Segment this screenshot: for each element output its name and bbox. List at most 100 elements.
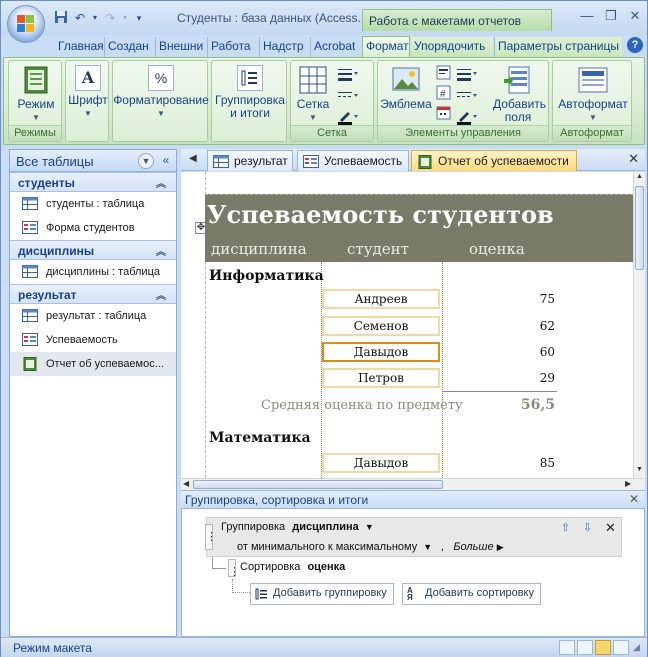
design-view-icon[interactable] (613, 640, 629, 655)
scroll-right-icon[interactable]: ▶ (625, 479, 631, 488)
score-cell[interactable]: 75 (471, 292, 555, 306)
nav-item-performance-report[interactable]: Отчет об успеваемос... (10, 352, 176, 376)
customize-qat-icon[interactable]: ▾ (132, 10, 146, 26)
redo-dropdown-icon[interactable]: ▾ (121, 10, 129, 26)
group-header-discipline[interactable]: Информатика (209, 268, 324, 284)
nav-item-results-table[interactable]: результат : таблица (10, 304, 176, 328)
delete-level-icon[interactable]: ✕ (605, 520, 616, 536)
student-cell-selected[interactable]: Давыдов (322, 342, 440, 362)
close-pane-icon[interactable]: ✕ (629, 492, 639, 506)
drag-handle-icon[interactable] (228, 559, 240, 578)
average-value[interactable]: 56,5 (471, 397, 555, 413)
drag-handle-icon[interactable] (205, 524, 217, 550)
nav-group-results[interactable]: результат ︽ (10, 284, 176, 304)
tab-home[interactable]: Главная (55, 37, 103, 57)
vertical-scrollbar[interactable]: ▲ ▼ (633, 172, 645, 478)
scroll-left-icon[interactable]: ◀ (183, 479, 189, 488)
student-cell[interactable]: Давыдов (322, 453, 440, 473)
help-button[interactable]: ? (627, 37, 643, 53)
redo-icon[interactable]: ↷ (102, 10, 118, 26)
tab-page-setup[interactable]: Параметры страницы (494, 37, 622, 57)
nav-menu-chevron-icon[interactable]: ▼ (138, 153, 154, 169)
move-down-icon[interactable]: ⇩ (583, 521, 592, 534)
line-color-icon[interactable] (337, 109, 359, 125)
scroll-up-icon[interactable]: ▲ (636, 173, 643, 180)
line-width-icon[interactable] (337, 67, 359, 83)
logo-button[interactable]: Эмблема (378, 63, 434, 111)
horizontal-scrollbar[interactable]: ◀ ▶ (181, 478, 645, 490)
score-cell[interactable]: 62 (471, 319, 555, 333)
average-label[interactable]: Средняя оценка по предмету (261, 398, 463, 413)
page-numbers-icon[interactable]: # (436, 85, 458, 101)
horizontal-scroll-thumb[interactable] (193, 480, 443, 489)
doc-tab-results[interactable]: результат (207, 150, 293, 171)
nav-pane-header[interactable]: Все таблицы ▼ « (10, 150, 176, 172)
nav-collapse-icon[interactable]: « (158, 153, 174, 169)
tab-arrange[interactable]: Упорядочить (411, 37, 493, 57)
chevron-down-icon[interactable]: ▼ (423, 542, 432, 552)
close-document-icon[interactable]: ✕ (628, 151, 639, 167)
add-fields-button[interactable]: Добавить поля (488, 63, 548, 124)
layout-view-icon[interactable] (595, 640, 611, 655)
minimize-button[interactable]: — (575, 7, 599, 25)
student-cell[interactable]: Петров (322, 368, 440, 388)
collapse-chevron-icon[interactable]: ︽ (156, 243, 166, 258)
doc-tab-performance-form[interactable]: Успеваемость (297, 150, 409, 171)
font-button[interactable]: A Шрифт ▼ (66, 63, 110, 120)
vertical-scroll-thumb[interactable] (635, 186, 644, 270)
tab-format[interactable]: Формат (362, 36, 410, 58)
collapse-chevron-icon[interactable]: ︽ (156, 175, 166, 190)
tab-addins[interactable]: Надстр (259, 37, 309, 57)
report-view-icon[interactable] (559, 640, 575, 655)
add-sort-button[interactable]: AЯ Добавить сортировку (402, 583, 541, 605)
report-title[interactable]: Успеваемость студентов (207, 200, 554, 229)
column-header-score[interactable]: оценка (469, 240, 525, 258)
formatting-button[interactable]: % Форматирование ▼ (113, 63, 209, 120)
more-options-link[interactable]: Больше (453, 541, 493, 553)
autoformat-button[interactable]: Автоформат ▼ (553, 63, 633, 124)
sort-order[interactable]: от минимального к максимальному (237, 541, 417, 553)
print-preview-icon[interactable] (577, 640, 593, 655)
tab-scroll-left-icon[interactable]: ◀ (189, 153, 197, 164)
grouping-level-box[interactable]: Группировка дисциплина ▼ от минимального… (205, 517, 622, 557)
gridlines-button[interactable]: Сетка ▼ (291, 63, 335, 124)
move-up-icon[interactable]: ⇧ (561, 521, 570, 534)
column-header-student[interactable]: студент (347, 240, 409, 258)
column-header-discipline[interactable]: дисциплина (211, 240, 307, 258)
group-and-totals-button[interactable]: Группировка и итоги (212, 63, 288, 120)
close-button[interactable]: ✕ (623, 7, 647, 25)
border-style-icon[interactable] (456, 89, 478, 105)
undo-dropdown-icon[interactable]: ▾ (91, 10, 99, 26)
border-color-icon[interactable] (456, 109, 478, 125)
resize-grip-icon[interactable]: ◢ (633, 642, 640, 653)
student-cell[interactable]: Андреев (322, 289, 440, 309)
tab-external-data[interactable]: Внешни (155, 37, 206, 57)
office-button[interactable] (7, 5, 45, 43)
grouping-field[interactable]: дисциплина (292, 521, 359, 533)
save-icon[interactable] (53, 10, 69, 26)
expand-arrow-icon[interactable]: ▶ (497, 542, 504, 552)
add-group-button[interactable]: Добавить группировку (250, 583, 394, 605)
title-icon[interactable] (436, 65, 458, 81)
score-cell[interactable]: 29 (471, 371, 555, 385)
line-style-icon[interactable] (337, 89, 359, 105)
undo-icon[interactable]: ↶ (72, 10, 88, 26)
collapse-chevron-icon[interactable]: ︽ (156, 287, 166, 302)
nav-item-performance-form[interactable]: Успеваемость (10, 328, 176, 352)
tab-database-tools[interactable]: Работа (207, 37, 258, 57)
nav-group-students[interactable]: студенты ︽ (10, 172, 176, 192)
view-button[interactable]: Режим ▼ (11, 63, 61, 124)
scroll-down-icon[interactable]: ▼ (636, 466, 643, 473)
student-cell[interactable]: Семенов (322, 316, 440, 336)
border-width-icon[interactable] (456, 67, 478, 83)
nav-group-disciplines[interactable]: дисциплины ︽ (10, 240, 176, 260)
tab-create[interactable]: Создан (104, 37, 154, 57)
tab-acrobat[interactable]: Acrobat (310, 37, 360, 57)
restore-button[interactable]: ❐ (599, 7, 623, 25)
doc-tab-performance-report[interactable]: Отчет об успеваемости (411, 150, 577, 171)
nav-item-disciplines-table[interactable]: дисциплины : таблица (10, 260, 176, 284)
chevron-down-icon[interactable]: ▼ (365, 522, 374, 532)
nav-item-students-form[interactable]: Форма студентов (10, 216, 176, 240)
nav-item-students-table[interactable]: студенты : таблица (10, 192, 176, 216)
group-header-discipline[interactable]: Математика (209, 430, 311, 446)
